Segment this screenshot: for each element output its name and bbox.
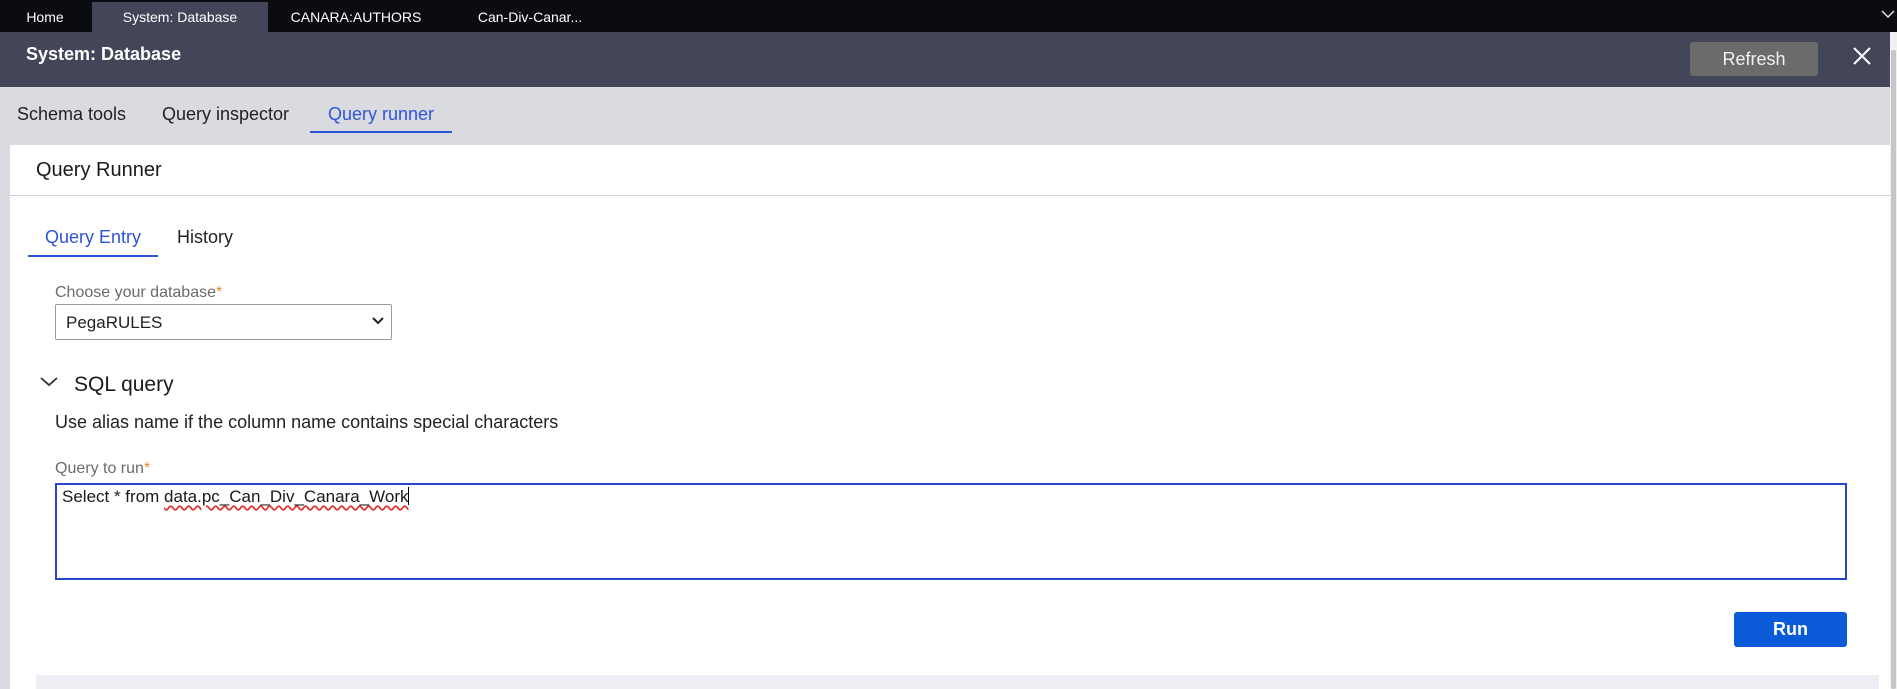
sub-tab-bar: Schema tools Query inspector Query runne…: [0, 87, 1890, 145]
text-caret: [408, 487, 410, 505]
query-text: Select * from data.pc_Can_Div_Canara_Wor…: [62, 487, 410, 507]
database-label-text: Choose your database: [55, 284, 216, 301]
page-title: System: Database: [26, 44, 182, 64]
tab-schema-tools[interactable]: Schema tools: [17, 97, 126, 131]
required-marker: *: [216, 284, 223, 301]
database-label: Choose your database*: [55, 284, 222, 302]
results-area: [36, 675, 1879, 689]
tab-query-entry[interactable]: Query Entry: [28, 219, 159, 257]
refresh-button[interactable]: Refresh: [1690, 42, 1818, 76]
chevron-down-icon[interactable]: [1881, 6, 1895, 22]
query-prefix: Select * from: [62, 487, 165, 506]
query-label-text: Query to run: [55, 460, 144, 477]
page-header: System: Database Refresh: [0, 32, 1890, 87]
section-help-text: Use alias name if the column name contai…: [55, 412, 559, 432]
scrollbar-thumb[interactable]: [1891, 50, 1896, 689]
tab-can-div-canara[interactable]: Can-Div-Canar...: [462, 2, 598, 32]
required-marker: *: [143, 460, 151, 477]
section-title[interactable]: SQL query: [74, 373, 174, 397]
tab-query-runner[interactable]: Query runner: [310, 97, 453, 133]
database-select[interactable]: PegaRULES: [55, 304, 392, 340]
tab-query-inspector[interactable]: Query inspector: [162, 97, 289, 131]
chevron-down-icon: [371, 311, 385, 336]
query-label: Query to run*: [55, 460, 150, 478]
tab-history[interactable]: History: [177, 219, 233, 255]
tab-home[interactable]: Home: [14, 2, 76, 32]
panel-title: Query Runner: [36, 159, 162, 181]
collapse-chevron-icon[interactable]: [38, 371, 60, 393]
query-textarea[interactable]: Select * from data.pc_Can_Div_Canara_Wor…: [55, 483, 1847, 580]
query-table-name: data.pc_Can_Div_Canara_Work: [164, 487, 409, 506]
close-icon[interactable]: [1850, 44, 1874, 74]
divider: [10, 195, 1890, 196]
query-runner-panel: Query Runner Query Entry History Choose …: [10, 145, 1890, 689]
database-select-value: PegaRULES: [66, 313, 163, 332]
tab-system-database[interactable]: System: Database: [92, 2, 268, 32]
top-tab-bar: Home System: Database CANARA:AUTHORS Can…: [0, 0, 1897, 33]
run-button[interactable]: Run: [1734, 612, 1847, 647]
tab-canara-authors[interactable]: CANARA:AUTHORS: [280, 2, 432, 32]
